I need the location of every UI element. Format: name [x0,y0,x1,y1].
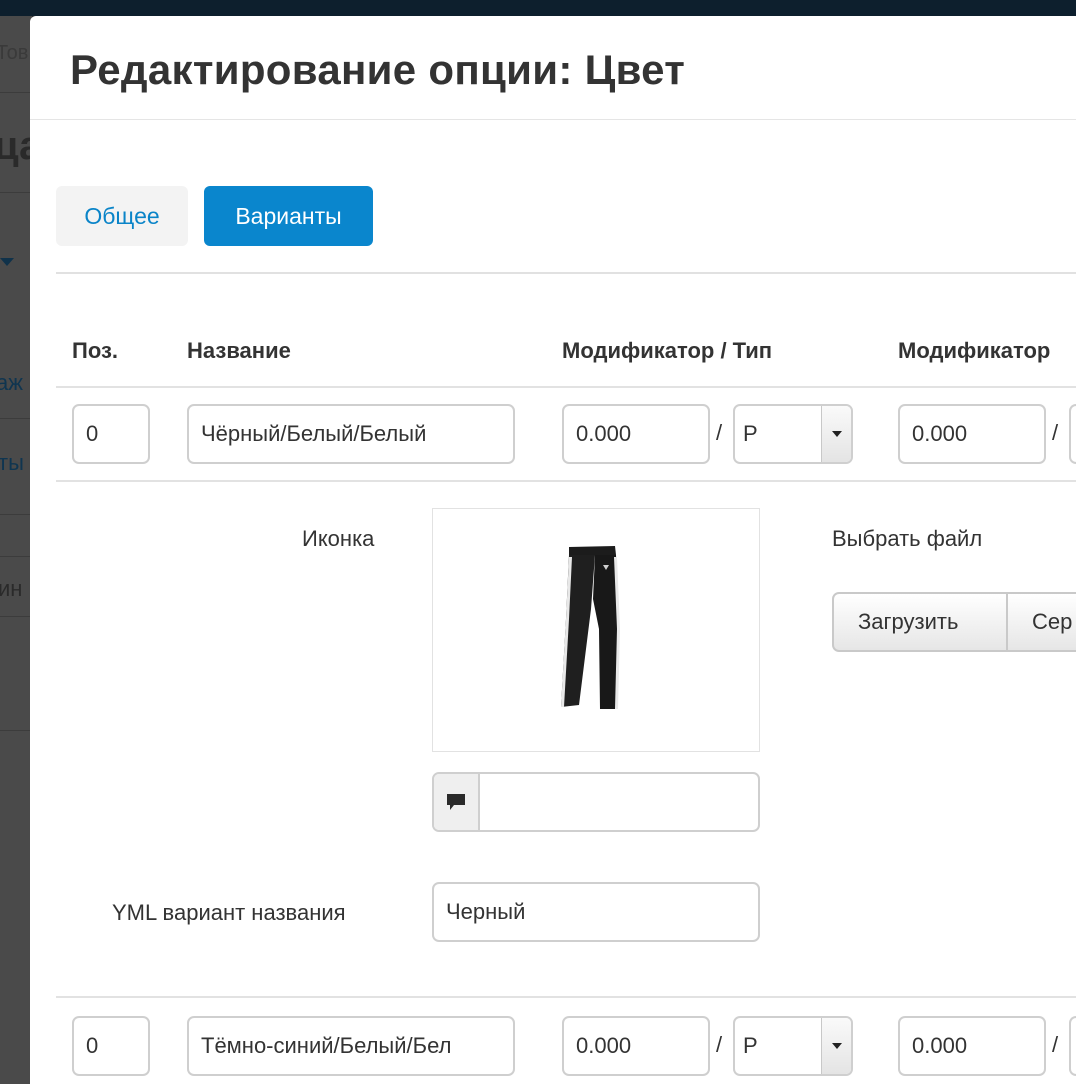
server-button[interactable]: Сер [1008,592,1076,652]
weight-modifier-input[interactable]: 0.000 [898,1016,1046,1076]
background-divider [0,514,32,515]
caret-down-icon [821,406,851,462]
background-text: ты [0,450,24,475]
modal-header: Редактирование опции: Цвет [30,16,1076,120]
row-divider [56,480,1076,482]
row-divider [56,996,1076,998]
modifier-type-value: Р [743,421,758,446]
comment-icon [434,774,480,830]
pants-image [561,546,620,709]
tab-variants[interactable]: Варианты [204,186,373,246]
background-divider [0,556,32,557]
background-top-bar [0,0,1076,16]
weight-type-select[interactable] [1069,1016,1076,1076]
background-divider [0,92,32,93]
edit-option-modal: Редактирование опции: Цвет Общее Вариант… [30,16,1076,1084]
background-text: ца [0,124,32,168]
position-input[interactable]: 0 [72,404,150,464]
background-text: аж [0,370,23,395]
background-divider [0,192,32,193]
upload-button-group: Загрузить Сер [832,592,1076,652]
modifier-type-select[interactable]: Р [733,404,853,464]
modifier-type-select[interactable]: Р [733,1016,853,1076]
weight-type-select[interactable] [1069,404,1076,464]
modal-title: Редактирование опции: Цвет [70,46,686,93]
background-text: ин [0,576,23,601]
table-header-divider [56,386,1076,388]
column-header-name: Название [187,338,291,363]
upload-button[interactable]: Загрузить [832,592,1008,652]
price-modifier-input[interactable]: 0.000 [562,404,710,464]
tab-general[interactable]: Общее [56,186,188,246]
separator: / [716,420,723,445]
weight-modifier-input[interactable]: 0.000 [898,404,1046,464]
tabs-divider [56,272,1076,274]
choose-file-label[interactable]: Выбрать файл [832,526,982,552]
variant-icon-preview[interactable] [432,508,760,752]
separator: / [1052,420,1059,445]
variant-name-input[interactable]: Чёрный/Белый/Белый [187,404,515,464]
icon-comment-field[interactable] [432,772,760,832]
separator: / [716,1032,723,1057]
background-page: Тов ца аж ты ин [0,16,32,1084]
variant-name-input[interactable]: Тёмно-синий/Белый/Бел [187,1016,515,1076]
column-header-weight-modifier: Модификатор [898,338,1051,363]
caret-down-icon [821,1018,851,1074]
background-divider [0,730,32,731]
yml-variant-name-input[interactable]: Черный [432,882,760,942]
position-input[interactable]: 0 [72,1016,150,1076]
modifier-type-value: Р [743,1033,758,1058]
background-divider [0,418,32,419]
background-divider [0,616,32,617]
column-header-modifier-type: Модификатор / Тип [562,338,773,363]
yml-variant-name-label: YML вариант названия [112,900,346,925]
price-modifier-input[interactable]: 0.000 [562,1016,710,1076]
separator: / [1052,1032,1059,1057]
column-header-position: Поз. [72,338,119,363]
icon-label: Иконка [302,526,375,551]
background-text: Тов [0,42,29,64]
background-caret-icon [0,258,14,266]
